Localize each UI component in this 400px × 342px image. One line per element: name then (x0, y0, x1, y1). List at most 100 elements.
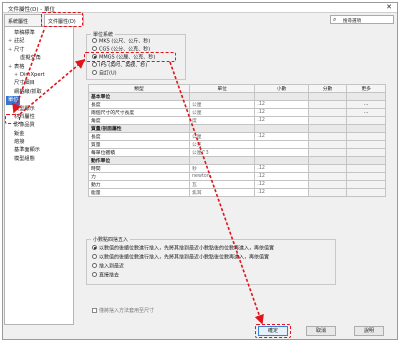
table-cell[interactable]: .12 (254, 180, 309, 189)
table-cell[interactable] (346, 140, 386, 149)
tree-item-tables[interactable]: + 表格 (8, 63, 73, 71)
tree-item-label: 影像品質 (14, 122, 35, 129)
table-cell[interactable]: .12 (254, 132, 309, 141)
radio-button[interactable] (92, 254, 97, 259)
tree-item-sheet-metal[interactable]: 鈑金 (8, 130, 73, 138)
table-cell[interactable]: 公厘^3 (188, 148, 256, 157)
table-cell[interactable] (254, 148, 309, 157)
radio-cgs[interactable]: CGS (公分、公克、秒) (92, 46, 150, 53)
table-cell[interactable]: .12 (254, 108, 309, 117)
table-cell[interactable] (307, 140, 348, 149)
search-icon: ⌕ (333, 16, 337, 23)
table-row[interactable]: 每單位體積 公厘^3 (88, 148, 386, 157)
tab-document-properties[interactable]: 文件屬性(D) (44, 14, 84, 26)
table-row[interactable]: 動力瓦 .12 (88, 180, 386, 189)
table-cell[interactable]: 公克 (188, 140, 256, 149)
table-row[interactable]: 時間秒 .12 (88, 164, 386, 173)
ok-button[interactable]: 確定 (258, 326, 288, 336)
table-cell[interactable] (346, 180, 386, 189)
radio-button[interactable] (92, 46, 97, 51)
table-cell[interactable] (307, 172, 348, 181)
table-cell[interactable]: .12 (254, 172, 309, 181)
radio-truncate[interactable]: 直接捨去 (92, 272, 119, 279)
radio-round-half-even[interactable]: 以數值的後續位數進行捨入，先將其捨到最近小數點後位數再進入，再依值實 (92, 254, 269, 261)
tree-item-configurations[interactable]: 模型組態 (8, 155, 73, 163)
radio-button[interactable] (92, 62, 97, 67)
tree-item-material-properties[interactable]: 材料屬性 (8, 113, 73, 121)
table-cell[interactable]: 公厘 (188, 100, 256, 109)
tree-item-dimxpert[interactable]: + DimXpert (8, 71, 73, 79)
table-cell[interactable]: ... (346, 100, 386, 109)
table-cell[interactable]: 公厘 (188, 132, 256, 141)
table-cell[interactable]: 秒 (188, 164, 256, 173)
table-cell[interactable] (307, 116, 348, 125)
table-cell[interactable] (307, 100, 348, 109)
table-cell[interactable] (346, 148, 386, 157)
table-cell[interactable] (346, 188, 386, 197)
tab-system-options[interactable]: 系統屬性 (4, 14, 42, 26)
table-cell[interactable]: .12 (254, 116, 309, 125)
tree-item-model-display[interactable]: 模型顯示 (8, 105, 73, 113)
table-cell[interactable] (346, 132, 386, 141)
tree-item-detailing[interactable]: 尺寸細目 (8, 79, 73, 87)
table-row[interactable]: 力 newton .12 (88, 172, 386, 181)
table-row[interactable]: 長度 公厘 .12... (88, 100, 386, 109)
search-options-box[interactable]: ⌕ 搜尋選項 (330, 15, 394, 24)
units-table-body: 基本單位 長度 公厘 .12... 兩個尺寸的尺寸長度 公厘 .12... 角度度 .12 質量/… (88, 92, 386, 197)
table-cell[interactable] (307, 148, 348, 157)
tree-item-weldments[interactable]: 熔接 (8, 138, 73, 146)
table-cell[interactable]: 焦耳 (188, 188, 256, 197)
table-row[interactable]: 兩個尺寸的尺寸長度 公厘 .12... (88, 108, 386, 117)
table-cell[interactable]: 公厘 (188, 108, 256, 117)
table-cell: 每單位體積 (88, 148, 190, 157)
radio-button[interactable] (92, 38, 97, 43)
table-cell[interactable] (307, 132, 348, 141)
table-row[interactable]: 質量 公克 (88, 140, 386, 149)
table-cell[interactable]: newton (188, 172, 256, 181)
tree-item-plane-display[interactable]: 基準面顯示 (8, 146, 73, 154)
table-cell[interactable]: 瓦 (188, 180, 256, 189)
radio-button[interactable] (92, 70, 97, 75)
radio-button-selected[interactable] (92, 54, 97, 59)
table-cell[interactable] (307, 164, 348, 173)
radio-ips[interactable]: IPS (英吋、英磅、秒) (92, 62, 147, 69)
table-cell[interactable]: ... (346, 108, 386, 117)
table-cell[interactable] (307, 108, 348, 117)
tree-item-image-quality[interactable]: 影像品質 (8, 121, 73, 129)
table-row[interactable]: 能量 焦耳 .12 (88, 188, 386, 197)
radio-mks[interactable]: MKS (公尺、公斤、秒) (92, 38, 150, 45)
tree-item-grid-snap[interactable]: 網格線/抓取 (8, 88, 73, 96)
table-cell: 力 (88, 172, 190, 181)
table-cell[interactable] (346, 164, 386, 173)
tree-item-units[interactable]: 單位 (6, 96, 20, 105)
table-cell[interactable] (346, 116, 386, 125)
table-cell[interactable] (346, 172, 386, 181)
radio-button-selected[interactable] (92, 245, 97, 250)
tree-item-annotations[interactable]: + 註記 (8, 37, 73, 45)
radio-custom[interactable]: 自訂(U) (92, 70, 117, 77)
radio-mmgs[interactable]: MMGS (公厘、公克、秒) (92, 54, 155, 61)
radio-round-half-away[interactable]: 以數值的後續位數進行捨入，先將其捨到最近小數點後的位數再進入，再依值實 (92, 245, 274, 252)
table-cell[interactable]: .12 (254, 164, 309, 173)
tree-item-dimensions[interactable]: + 尺寸 (8, 46, 73, 54)
radio-round-nearest[interactable]: 捨入到最近 (92, 263, 124, 270)
help-button[interactable]: 說明 (354, 326, 384, 336)
table-cell[interactable] (307, 180, 348, 189)
radio-label: 以數值的後續位數進行捨入，先將其捨到最近小數點後位數再進入，再依值實 (99, 254, 270, 261)
table-cell[interactable]: 度 (188, 116, 256, 125)
cancel-button[interactable]: 取消 (306, 326, 336, 336)
table-cell[interactable] (254, 140, 309, 149)
tree-item-drafting-standard[interactable]: 草稿標準 (8, 29, 73, 37)
checkbox[interactable] (92, 307, 97, 313)
rounding-dimensions-only-checkbox[interactable]: 僅將捨入方法套用至尺寸 (92, 307, 154, 314)
table-cell[interactable]: .12 (254, 100, 309, 109)
close-icon[interactable]: ✕ (386, 4, 392, 11)
table-cell[interactable] (307, 188, 348, 197)
radio-button[interactable] (92, 272, 97, 277)
tree-item-virtual-sharps[interactable]: 虛擬交角 (8, 54, 73, 62)
tree-item-label: DimXpert (20, 71, 45, 78)
radio-button[interactable] (92, 263, 97, 268)
table-row[interactable]: 長度 公厘 .12 (88, 132, 386, 141)
table-cell[interactable]: .12 (254, 188, 309, 197)
table-row[interactable]: 角度度 .12 (88, 116, 386, 125)
